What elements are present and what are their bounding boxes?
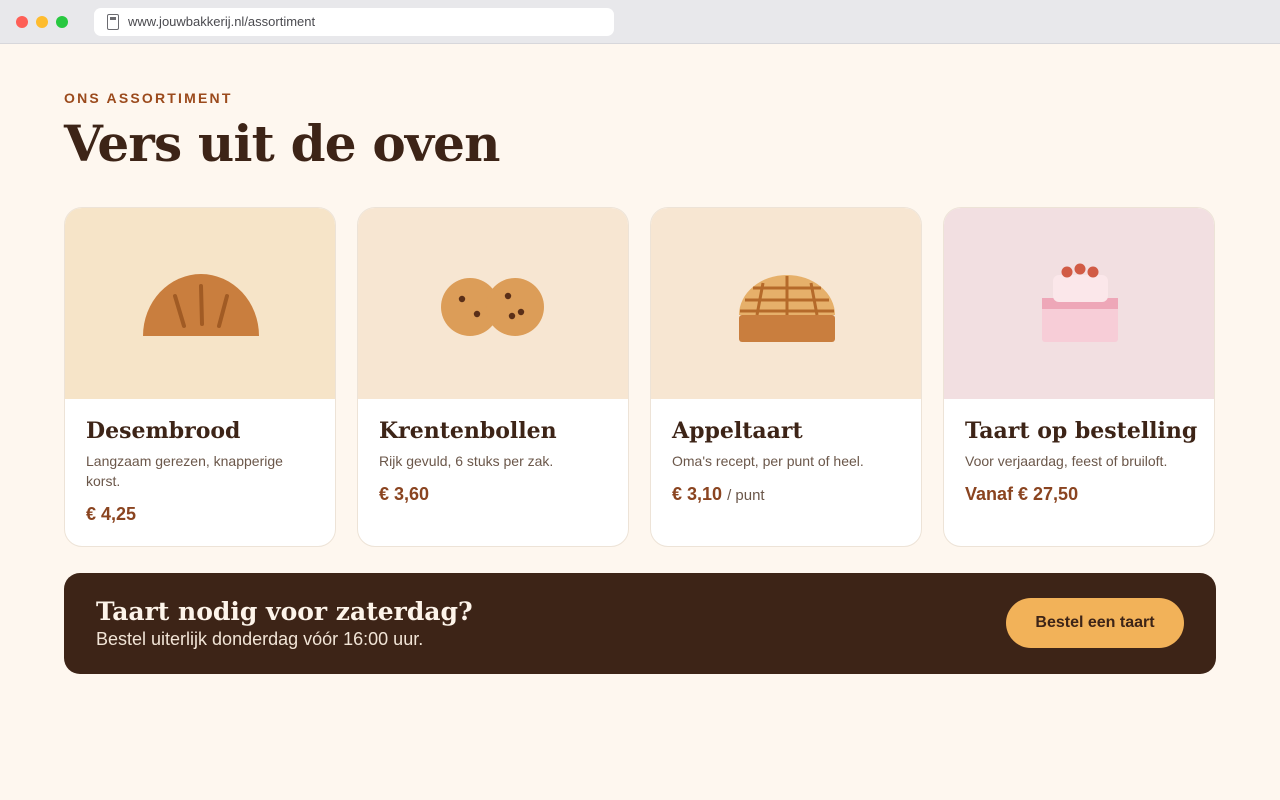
product-price: Vanaf € 27,50 <box>965 484 1078 505</box>
product-description: Voor verjaardag, feest of bruiloft. <box>965 453 1168 469</box>
price-value: € 3,10 <box>672 484 723 504</box>
price-value: € 4,25 <box>86 504 137 524</box>
maximize-window-button[interactable] <box>56 16 68 28</box>
page-title: Vers uit de oven <box>64 114 501 173</box>
product-image <box>651 208 921 399</box>
product-description: Rijk gevuld, 6 stuks per zak. <box>379 453 554 469</box>
product-card-krentenbollen[interactable]: Krentenbollen Rijk gevuld, 6 stuks per z… <box>357 207 629 547</box>
product-card-appeltaart[interactable]: Appeltaart Oma's recept, per punt of hee… <box>650 207 922 547</box>
product-price: € 3,60 <box>379 484 429 505</box>
buns-icon <box>441 278 544 336</box>
product-card-desembrood[interactable]: Desembrood Langzaam gerezen, knapperige … <box>64 207 336 547</box>
product-price: € 4,25 <box>86 504 136 525</box>
product-name: Taart op bestelling <box>965 418 1198 444</box>
product-description: Langzaam gerezen, knapperige korst. <box>86 453 283 489</box>
product-description: Oma's recept, per punt of heel. <box>672 453 864 469</box>
address-bar[interactable]: www.jouwbakkerij.nl/assortiment <box>94 8 614 36</box>
product-image <box>944 208 1214 399</box>
banner-title: Taart nodig voor zaterdag? <box>96 597 473 626</box>
order-cake-button[interactable]: Bestel een taart <box>1006 598 1184 648</box>
product-card-taart-op-bestelling[interactable]: Taart op bestelling Voor verjaardag, fee… <box>943 207 1215 547</box>
bread-icon <box>143 274 259 336</box>
product-name: Desembrood <box>86 418 241 444</box>
product-image <box>65 208 335 399</box>
product-name: Krentenbollen <box>379 418 557 444</box>
minimize-window-button[interactable] <box>36 16 48 28</box>
price-value: € 3,60 <box>379 484 430 504</box>
browser-toolbar: www.jouwbakkerij.nl/assortiment <box>0 0 1280 44</box>
banner-subtitle: Bestel uiterlijk donderdag vóór 16:00 uu… <box>96 629 424 649</box>
product-image <box>358 208 628 399</box>
price-value: Vanaf € 27,50 <box>965 484 1079 504</box>
order-cake-banner: Taart nodig voor zaterdag? Bestel uiterl… <box>64 573 1216 674</box>
close-window-button[interactable] <box>16 16 28 28</box>
apple-pie-icon <box>739 275 835 342</box>
price-unit: / punt <box>727 487 765 504</box>
page-icon <box>107 14 119 30</box>
cake-icon <box>1042 263 1118 342</box>
url-text: www.jouwbakkerij.nl/assortiment <box>128 14 316 29</box>
section-eyebrow: ONS ASSORTIMENT <box>64 90 233 106</box>
product-name: Appeltaart <box>672 418 803 444</box>
product-price: € 3,10 / punt <box>672 484 765 505</box>
